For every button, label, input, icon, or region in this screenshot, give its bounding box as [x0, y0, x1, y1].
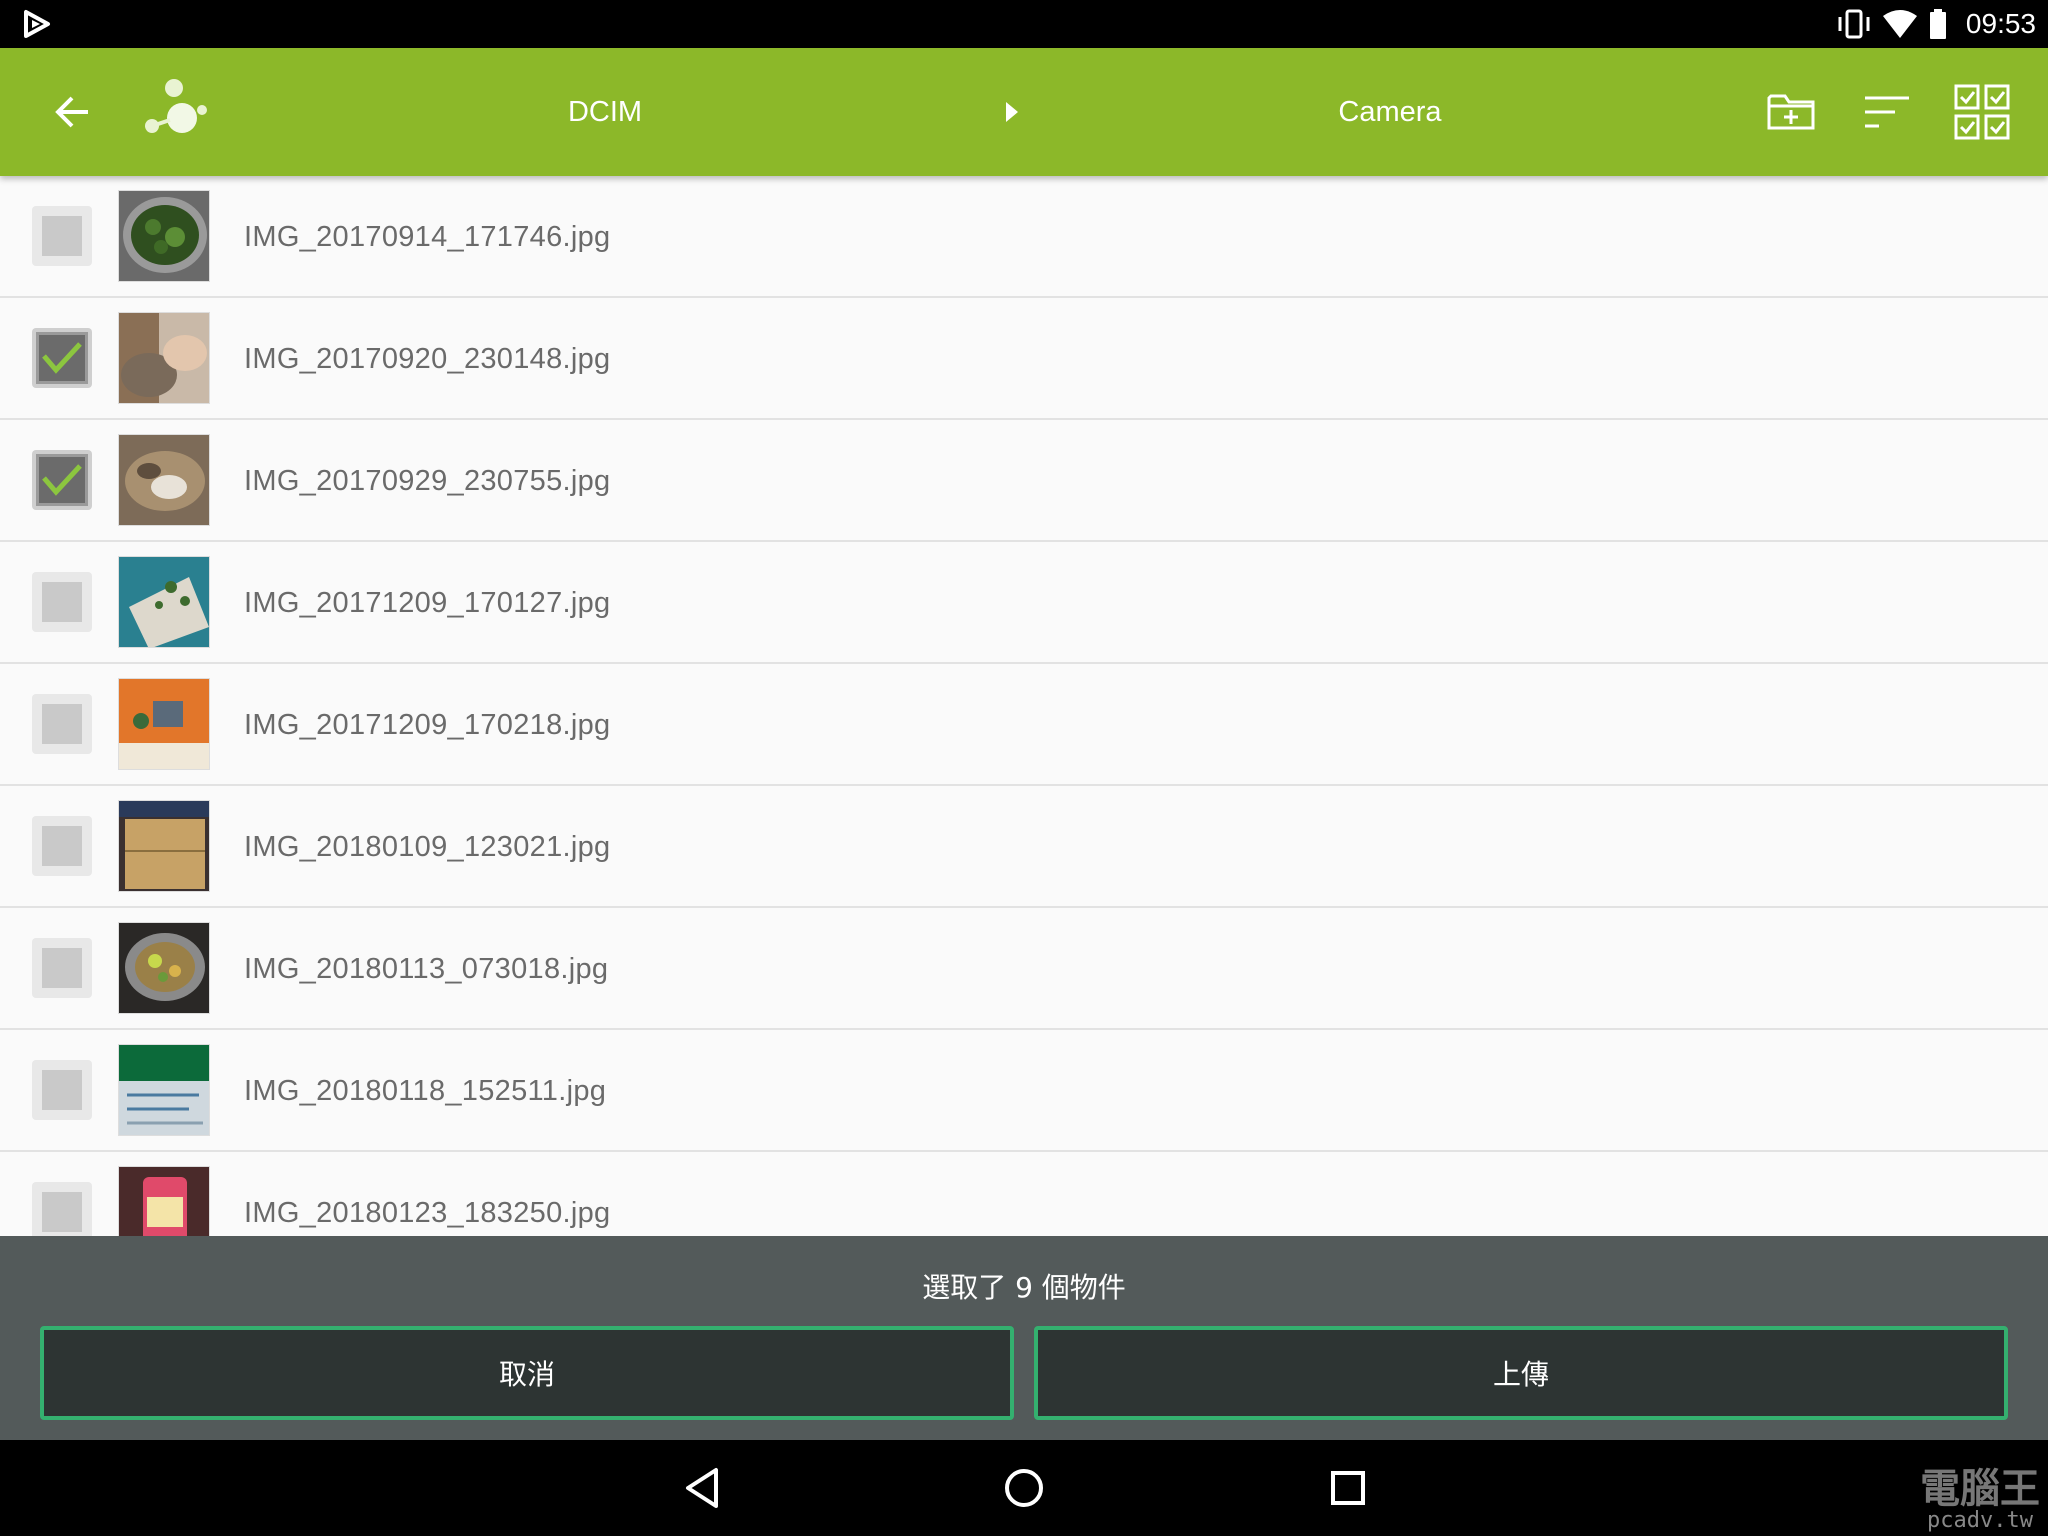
upload-button[interactable]: 上傳	[1034, 1326, 2008, 1420]
checkbox[interactable]	[32, 694, 92, 754]
file-name: IMG_20170920_230148.jpg	[244, 343, 611, 375]
back-button[interactable]	[42, 48, 102, 176]
breadcrumb-dcim[interactable]: DCIM	[480, 48, 730, 176]
list-item[interactable]: IMG_20171209_170127.jpg	[0, 542, 2048, 664]
watermark-sub: pcadv.tw	[1927, 1508, 2033, 1533]
thumbnail-image	[118, 312, 210, 404]
nav-home-icon	[1005, 1469, 1043, 1507]
battery-icon	[1929, 9, 1946, 39]
checkbox-checked[interactable]	[32, 450, 92, 510]
file-name: IMG_20180113_073018.jpg	[244, 953, 609, 985]
new-folder-button[interactable]	[1764, 48, 1818, 176]
list-item[interactable]: IMG_20180123_183250.jpg	[0, 1152, 2048, 1236]
nav-recent-icon	[1331, 1471, 1365, 1505]
checkbox-checked[interactable]	[32, 328, 92, 388]
breadcrumb-arrow-icon	[1006, 102, 1018, 122]
checkbox[interactable]	[32, 1182, 92, 1236]
watermark-main: 電腦王	[1920, 1465, 2040, 1512]
new-folder-icon	[1767, 94, 1815, 130]
checkbox[interactable]	[32, 572, 92, 632]
file-name: IMG_20170929_230755.jpg	[244, 465, 611, 497]
wifi-icon	[1882, 10, 1917, 38]
app-logo-button[interactable]	[136, 48, 216, 176]
navigation-bar: 電腦王 pcadv.tw	[0, 1440, 2048, 1536]
checkbox[interactable]	[32, 938, 92, 998]
list-item[interactable]: IMG_20171209_170218.jpg	[0, 664, 2048, 786]
file-name: IMG_20180109_123021.jpg	[244, 831, 611, 863]
select-all-icon	[1954, 84, 2010, 140]
thumbnail-image	[118, 678, 210, 770]
list-item[interactable]: IMG_20170920_230148.jpg	[0, 298, 2048, 420]
selection-panel: 選取了 9 個物件 取消 上傳	[0, 1236, 2048, 1440]
list-item[interactable]: IMG_20180113_073018.jpg	[0, 908, 2048, 1030]
thumbnail-image	[118, 556, 210, 648]
breadcrumb-camera[interactable]: Camera	[1270, 48, 1510, 176]
thumbnail-image	[118, 1044, 210, 1136]
nav-home-button[interactable]	[984, 1440, 1064, 1536]
watermark: 電腦王 pcadv.tw	[1920, 1468, 2040, 1532]
nav-back-button[interactable]	[662, 1440, 742, 1536]
file-list: IMG_20170914_171746.jpg IMG_20170920_230…	[0, 176, 2048, 1236]
thumbnail-image	[118, 434, 210, 526]
back-arrow-icon	[55, 96, 88, 128]
list-item[interactable]: IMG_20180109_123021.jpg	[0, 786, 2048, 908]
checkbox[interactable]	[32, 1060, 92, 1120]
file-name: IMG_20180123_183250.jpg	[244, 1197, 611, 1229]
list-item[interactable]: IMG_20180118_152511.jpg	[0, 1030, 2048, 1152]
thumbnail-image	[118, 800, 210, 892]
list-item[interactable]: IMG_20170929_230755.jpg	[0, 420, 2048, 542]
file-name: IMG_20180118_152511.jpg	[244, 1075, 607, 1107]
nav-recent-button[interactable]	[1308, 1440, 1388, 1536]
checkmark-icon	[42, 464, 82, 496]
file-name: IMG_20171209_170218.jpg	[244, 709, 611, 741]
thumbnail-image	[118, 922, 210, 1014]
app-logo-icon	[145, 79, 207, 133]
file-name: IMG_20170914_171746.jpg	[244, 221, 611, 253]
checkbox[interactable]	[32, 206, 92, 266]
thumbnail-image	[118, 1166, 210, 1236]
checkbox[interactable]	[32, 816, 92, 876]
thumbnail-image	[118, 190, 210, 282]
nav-back-icon	[686, 1468, 718, 1508]
select-all-button[interactable]	[1952, 48, 2012, 176]
vibrate-icon	[1838, 9, 1870, 39]
app-logo-icon	[24, 10, 50, 38]
cancel-button[interactable]: 取消	[40, 1326, 1014, 1420]
clock-time: 09:53	[1965, 8, 2036, 39]
toolbar: DCIM Camera	[0, 48, 2048, 176]
checkmark-icon	[42, 342, 82, 374]
selection-count-text: 選取了 9 個物件	[922, 1271, 1126, 1304]
sort-button[interactable]	[1860, 48, 1914, 176]
breadcrumb-separator	[1000, 48, 1024, 176]
file-name: IMG_20171209_170127.jpg	[244, 587, 611, 619]
status-bar: 09:53	[0, 0, 2048, 48]
list-item[interactable]: IMG_20170914_171746.jpg	[0, 176, 2048, 298]
sort-icon	[1865, 96, 1909, 128]
